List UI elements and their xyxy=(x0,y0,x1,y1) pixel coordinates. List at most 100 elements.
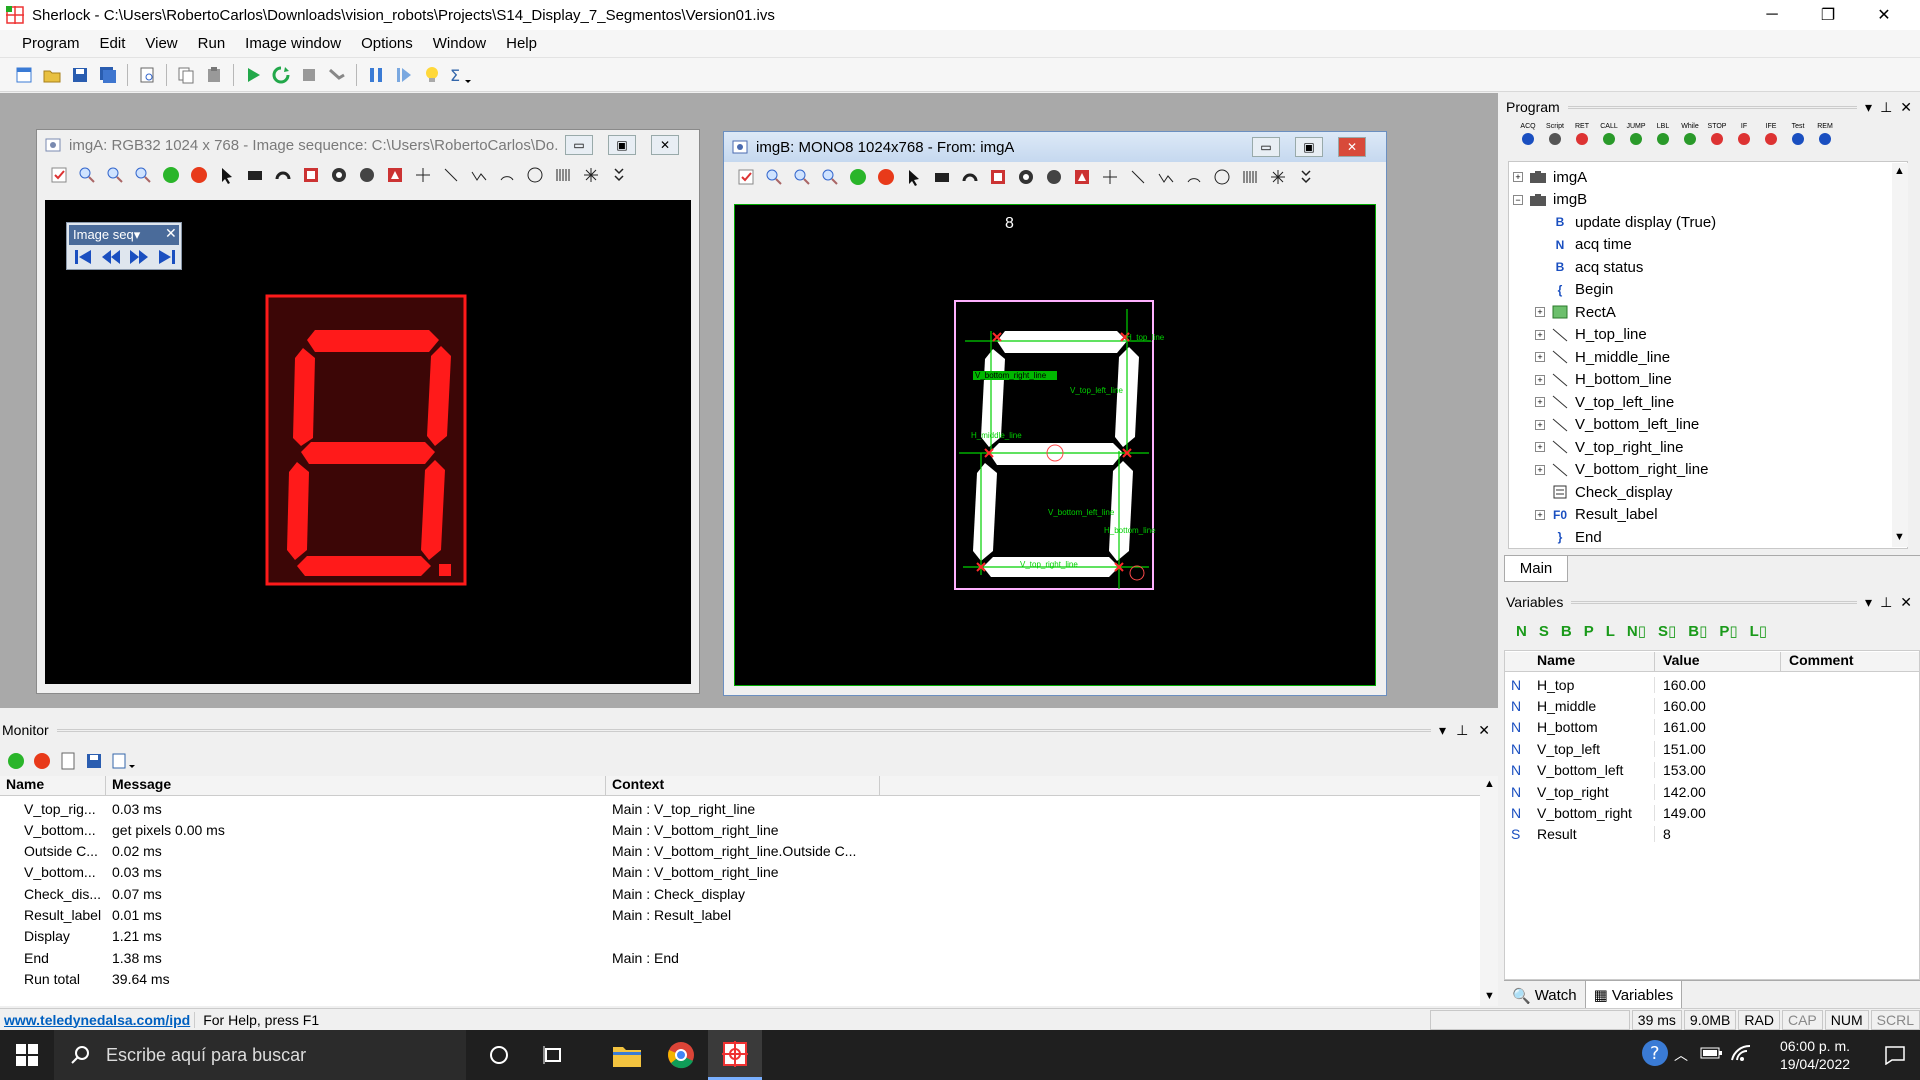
spoke-icon[interactable] xyxy=(1267,166,1289,188)
step-icon[interactable] xyxy=(392,63,416,87)
point-icon[interactable] xyxy=(412,164,434,186)
expand-toggle[interactable]: + xyxy=(1535,419,1545,430)
image-window-imgB[interactable]: imgB: MONO8 1024x768 - From: imgA ▭ ▣ ✕ … xyxy=(723,131,1387,696)
tree-node[interactable]: Check_display xyxy=(1535,481,1673,503)
filter-3-button[interactable]: B xyxy=(1561,623,1572,640)
filter-6-button[interactable]: N▯ xyxy=(1627,622,1646,640)
stop-red-icon[interactable] xyxy=(188,164,210,186)
filter-9-button[interactable]: P▯ xyxy=(1719,622,1737,640)
tree-node[interactable]: + V_top_right_line xyxy=(1535,436,1683,458)
panel-menu-icon[interactable]: ▾ xyxy=(1439,722,1446,739)
pointer-icon[interactable] xyxy=(216,164,238,186)
arc-icon[interactable] xyxy=(1183,166,1205,188)
panel-close-icon[interactable]: ✕ xyxy=(1900,99,1912,116)
variable-row[interactable]: N V_bottom_right 149.00 xyxy=(1505,802,1919,823)
copy-icon[interactable] xyxy=(174,63,198,87)
menu-run[interactable]: Run xyxy=(188,30,236,58)
new-icon[interactable] xyxy=(12,63,36,87)
program-tree[interactable]: + imgA − imgB Bupdate display (True) Nacq tim… xyxy=(1508,161,1908,549)
image-frame-icon[interactable] xyxy=(300,164,322,186)
instr-while-button[interactable]: While xyxy=(1680,123,1700,150)
line-icon[interactable] xyxy=(1127,166,1149,188)
stop-red-icon[interactable] xyxy=(875,166,897,188)
annulus-icon[interactable] xyxy=(1015,166,1037,188)
menu-image-window[interactable]: Image window xyxy=(235,30,351,58)
expand-toggle[interactable]: + xyxy=(1513,172,1523,182)
tree-node[interactable]: + V_bottom_left_line xyxy=(1535,414,1699,436)
imgA-display[interactable]: Image seq▾ ✕ xyxy=(45,200,691,684)
file-explorer-icon[interactable] xyxy=(600,1030,654,1080)
save-icon[interactable] xyxy=(68,63,92,87)
monitor-options-icon[interactable] xyxy=(110,751,136,771)
circle-icon[interactable] xyxy=(1211,166,1233,188)
monitor-row[interactable]: Display 1.21 ms xyxy=(0,926,1480,947)
pointer-icon[interactable] xyxy=(903,166,925,188)
instr-script-button[interactable]: Script xyxy=(1545,123,1565,150)
instr-ife-button[interactable]: IFE xyxy=(1761,123,1781,150)
point-icon[interactable] xyxy=(1099,166,1121,188)
rake-icon[interactable] xyxy=(1239,166,1261,188)
monitor-scrollbar[interactable]: ▲ ▼ xyxy=(1480,776,1498,1006)
instr-acq-button[interactable]: ACQ xyxy=(1518,123,1538,150)
restore-button[interactable]: ❐ xyxy=(1800,0,1856,30)
tab-watch[interactable]: 🔍 Watch xyxy=(1504,981,1585,1010)
notifications-icon[interactable] xyxy=(1870,1045,1920,1065)
pause-icon[interactable] xyxy=(364,63,388,87)
monitor-start-icon[interactable] xyxy=(6,751,26,771)
monitor-row[interactable]: Run total 39.64 ms xyxy=(0,968,1480,989)
monitor-clear-icon[interactable] xyxy=(58,751,78,771)
tree-node[interactable]: − imgB xyxy=(1513,189,1587,211)
menu-view[interactable]: View xyxy=(135,30,187,58)
stop-icon[interactable] xyxy=(297,63,321,87)
filter-4-button[interactable]: P xyxy=(1584,623,1594,640)
arc-roi-icon[interactable] xyxy=(272,164,294,186)
circle-icon[interactable] xyxy=(524,164,546,186)
expand-toggle[interactable]: + xyxy=(1535,352,1545,362)
spoke-icon[interactable] xyxy=(580,164,602,186)
imgA-maximize-button[interactable]: ▣ xyxy=(608,135,636,155)
monitor-row[interactable]: Outside C... 0.02 ms Main : V_bottom_right… xyxy=(0,841,1480,862)
variable-row[interactable]: N V_top_left 151.00 xyxy=(1505,738,1919,759)
zoom-in-icon[interactable] xyxy=(104,164,126,186)
filter-2-button[interactable]: S xyxy=(1539,623,1549,640)
tree-node[interactable]: + V_bottom_right_line xyxy=(1535,459,1708,481)
taskbar-clock[interactable]: 06:00 p. m. 19/04/2022 xyxy=(1760,1037,1870,1073)
image-window-imgA[interactable]: imgA: RGB32 1024 x 768 - Image sequence:… xyxy=(36,129,700,694)
properties-icon[interactable] xyxy=(48,164,70,186)
run-continuous-icon[interactable] xyxy=(269,63,293,87)
filter-1-button[interactable]: N xyxy=(1516,623,1527,640)
imgB-maximize-button[interactable]: ▣ xyxy=(1295,137,1323,157)
monitor-row[interactable]: Result_label 0.01 ms Main : Result_label xyxy=(0,905,1480,926)
run-green-icon[interactable] xyxy=(160,164,182,186)
menu-help[interactable]: Help xyxy=(496,30,547,58)
instr-if-button[interactable]: IF xyxy=(1734,123,1754,150)
task-view-icon[interactable] xyxy=(526,1030,580,1080)
instr-ret-button[interactable]: RET xyxy=(1572,123,1592,150)
zoom-fit-icon[interactable] xyxy=(819,166,841,188)
cortana-icon[interactable] xyxy=(472,1030,526,1080)
panel-pin-icon[interactable]: ⊥ xyxy=(1456,722,1468,739)
open-folder-icon[interactable] xyxy=(40,63,64,87)
zoom-fit-icon[interactable] xyxy=(132,164,154,186)
chrome-icon[interactable] xyxy=(654,1030,708,1080)
menu-window[interactable]: Window xyxy=(423,30,496,58)
windows-start-icon[interactable] xyxy=(0,1030,54,1080)
sigma-dropdown-icon[interactable]: Σ xyxy=(448,63,472,87)
expand-toggle[interactable]: + xyxy=(1535,464,1545,475)
expand-toggle[interactable]: + xyxy=(1535,397,1545,407)
variable-row[interactable]: S Result 8 xyxy=(1505,824,1919,845)
tree-node[interactable]: Nacq time xyxy=(1535,234,1632,256)
filter-10-button[interactable]: L▯ xyxy=(1750,622,1767,640)
imgB-display[interactable]: 8 H_top_line V_top_left_line V_bottom_ri… xyxy=(734,204,1376,686)
panel-pin-icon[interactable]: ⊥ xyxy=(1880,99,1892,116)
tree-node[interactable]: + F0 Result_label xyxy=(1535,504,1658,526)
zoom-in-icon[interactable] xyxy=(791,166,813,188)
run-green-icon[interactable] xyxy=(847,166,869,188)
tree-node[interactable]: + H_top_line xyxy=(1535,324,1647,346)
tab-variables[interactable]: ▦ Variables xyxy=(1584,981,1683,1010)
battery-icon[interactable] xyxy=(1700,1046,1730,1064)
rect-roi-icon[interactable] xyxy=(931,166,953,188)
line-icon[interactable] xyxy=(440,164,462,186)
monitor-row[interactable]: V_bottom... 0.03 ms Main : V_bottom_right_… xyxy=(0,862,1480,883)
tree-node[interactable]: + RectA xyxy=(1535,301,1616,323)
